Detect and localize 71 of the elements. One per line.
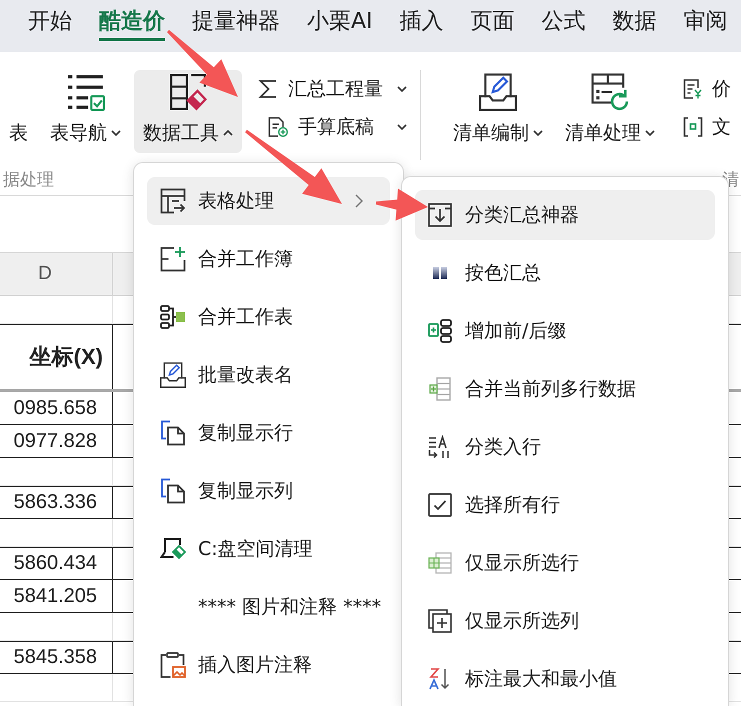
menu-item[interactable]: C:盘空间清理 [147, 525, 390, 573]
square-plus-icon [428, 609, 452, 633]
menu-item[interactable]: 批量改表名 [147, 351, 390, 399]
copy-icon [160, 478, 186, 504]
ribbon-button[interactable]: 清单处理 [556, 70, 664, 153]
table-refresh-icon [591, 73, 629, 111]
ribbon-tab[interactable]: 公式 [542, 7, 586, 41]
bracket-square-icon [683, 117, 703, 137]
ribbon-button[interactable]: 价 [683, 70, 731, 108]
ribbon-button[interactable]: 文 [683, 108, 731, 146]
menu-item[interactable]: 仅显示所选行 [415, 538, 715, 588]
sigma-icon [258, 79, 278, 99]
menu-item[interactable]: 表格处理 [147, 177, 390, 225]
ribbon-tab[interactable]: 酷造价 [99, 7, 165, 41]
ribbon-tab[interactable]: 审阅 [684, 7, 728, 41]
table-arrow-icon [160, 188, 186, 214]
list-plus-icon [428, 377, 452, 401]
table-cell: 5845.358 [0, 642, 113, 673]
copy-icon [160, 420, 186, 446]
annotation-arrow [167, 30, 238, 97]
menu-section-label: **** 图片和注释 **** [197, 595, 382, 620]
ribbon-button[interactable]: 清单编制 [444, 70, 552, 153]
tree-square-icon [160, 304, 186, 330]
menu-item[interactable]: 合并工作簿 [147, 235, 390, 283]
table-cell: 5841.205 [0, 580, 113, 612]
menu-item[interactable]: 复制显示列 [147, 467, 390, 515]
ribbon-button[interactable]: 表 [0, 70, 37, 153]
menu-item[interactable]: 合并工作表 [147, 293, 390, 341]
menu-item[interactable]: 标注最大和最小值 [415, 654, 715, 704]
menu-item[interactable]: 按色汇总 [415, 248, 715, 298]
ribbon-tab[interactable]: 数据 [612, 7, 657, 41]
menu-item[interactable]: 复制显示行 [147, 409, 390, 457]
sort-descending-icon [428, 667, 452, 691]
grid-list-icon [428, 551, 452, 575]
menu-item[interactable]: 分类汇总神器 [415, 190, 715, 240]
table-cell: 5863.336 [0, 487, 113, 518]
menu-item[interactable]: 插入图片注释 [147, 641, 390, 689]
column-header: D [0, 253, 113, 295]
ribbon-tab[interactable]: 提量神器 [192, 7, 280, 41]
group-label: 据处理 [2, 169, 55, 192]
menu-item[interactable]: 分类入行 [415, 422, 715, 472]
ribbon-button[interactable]: 数据工具 [134, 70, 242, 153]
sort-icon [428, 435, 452, 459]
table-cell: 0985.658 [0, 392, 113, 424]
table-cell: 0977.828 [0, 425, 113, 457]
frame-plus-icon [160, 246, 186, 272]
swatch-icon [433, 267, 447, 279]
tray-pencil-icon [479, 73, 517, 111]
menu-item[interactable]: 增加前/后缀 [415, 306, 715, 356]
ribbon-tab[interactable]: 小栗AI [307, 7, 373, 41]
checkmark-box-icon [428, 493, 452, 517]
ribbon-button[interactable]: 表导航 [41, 70, 130, 153]
ribbon-button[interactable]: 手算底稿 [258, 108, 408, 146]
menu-item[interactable]: 合并当前列多行数据 [415, 364, 715, 414]
ribbon-button[interactable]: 汇总工程量 [258, 70, 408, 108]
ribbon-tab[interactable]: 页面 [470, 7, 515, 41]
annotation-arrow [376, 188, 428, 221]
menu-item[interactable]: 仅显示所选列 [415, 596, 715, 646]
ribbon-tab[interactable]: 插入 [400, 7, 444, 41]
table-cell: 5860.434 [0, 548, 113, 579]
document-plus-icon [268, 117, 288, 137]
plus-list-icon [428, 319, 452, 343]
list-check-icon [66, 73, 104, 111]
menu-item[interactable]: 选择所有行 [415, 480, 715, 530]
column-heading: 坐标(X) [0, 325, 113, 389]
laptop-eraser-icon [160, 536, 186, 562]
table-eraser-icon [169, 73, 207, 111]
document-yen-icon [683, 79, 703, 99]
tray-pencil-icon [160, 362, 186, 388]
ribbon-tab[interactable]: 开始 [28, 7, 72, 41]
clipboard-image-icon [160, 652, 186, 678]
